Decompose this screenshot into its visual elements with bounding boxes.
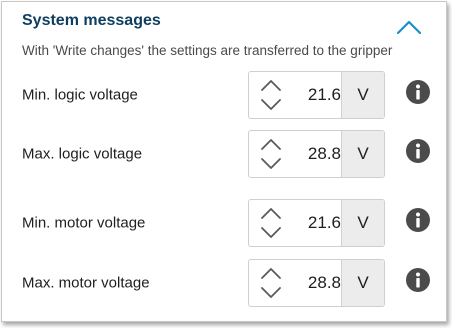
section-title: System messages xyxy=(22,12,161,29)
chevron-up-icon[interactable] xyxy=(257,264,285,282)
info-button[interactable] xyxy=(406,208,430,232)
setting-label: Min. logic voltage xyxy=(22,86,138,104)
chevron-down-icon[interactable] xyxy=(257,96,285,114)
voltage-input[interactable]: 21.6 V xyxy=(248,71,385,119)
setting-row-min-motor-voltage: Min. motor voltage 21.6 V xyxy=(2,199,448,247)
info-icon xyxy=(416,143,420,159)
setting-row-min-logic-voltage: Min. logic voltage 21.6 V xyxy=(2,71,448,119)
setting-label: Max. motor voltage xyxy=(22,274,150,292)
chevron-down-icon[interactable] xyxy=(257,284,285,302)
info-button[interactable] xyxy=(406,80,430,104)
info-icon xyxy=(416,272,420,288)
number-stepper[interactable] xyxy=(257,135,285,173)
unit-label: V xyxy=(341,200,384,246)
chevron-down-icon[interactable] xyxy=(257,224,285,242)
section-subtitle: With 'Write changes' the settings are tr… xyxy=(22,43,393,58)
info-icon xyxy=(416,212,420,228)
unit-label: V xyxy=(341,72,384,118)
number-stepper[interactable] xyxy=(257,204,285,242)
setting-label: Max. logic voltage xyxy=(22,145,143,163)
unit-label: V xyxy=(341,131,384,177)
info-button[interactable] xyxy=(406,139,430,163)
chevron-down-icon[interactable] xyxy=(257,155,285,173)
chevron-up-icon[interactable] xyxy=(257,135,285,153)
chevron-up-icon xyxy=(396,20,422,35)
voltage-value[interactable]: 28.8 xyxy=(285,131,341,177)
info-button[interactable] xyxy=(406,268,430,292)
chevron-up-icon[interactable] xyxy=(257,76,285,94)
voltage-value[interactable]: 28.8 xyxy=(285,260,341,306)
setting-row-max-motor-voltage: Max. motor voltage 28.8 V xyxy=(2,259,448,307)
number-stepper[interactable] xyxy=(257,264,285,302)
collapse-button[interactable] xyxy=(394,16,424,38)
voltage-value[interactable]: 21.6 xyxy=(285,72,341,118)
info-icon xyxy=(416,84,420,100)
setting-row-max-logic-voltage: Max. logic voltage 28.8 V xyxy=(2,130,448,178)
chevron-up-icon[interactable] xyxy=(257,204,285,222)
voltage-value[interactable]: 21.6 xyxy=(285,200,341,246)
voltage-input[interactable]: 28.8 V xyxy=(248,130,385,178)
system-messages-panel: System messages With 'Write changes' the… xyxy=(1,1,447,322)
voltage-input[interactable]: 28.8 V xyxy=(248,259,385,307)
number-stepper[interactable] xyxy=(257,76,285,114)
setting-label: Min. motor voltage xyxy=(22,214,146,232)
voltage-input[interactable]: 21.6 V xyxy=(248,199,385,247)
panel-header: System messages xyxy=(22,12,436,36)
unit-label: V xyxy=(341,260,384,306)
